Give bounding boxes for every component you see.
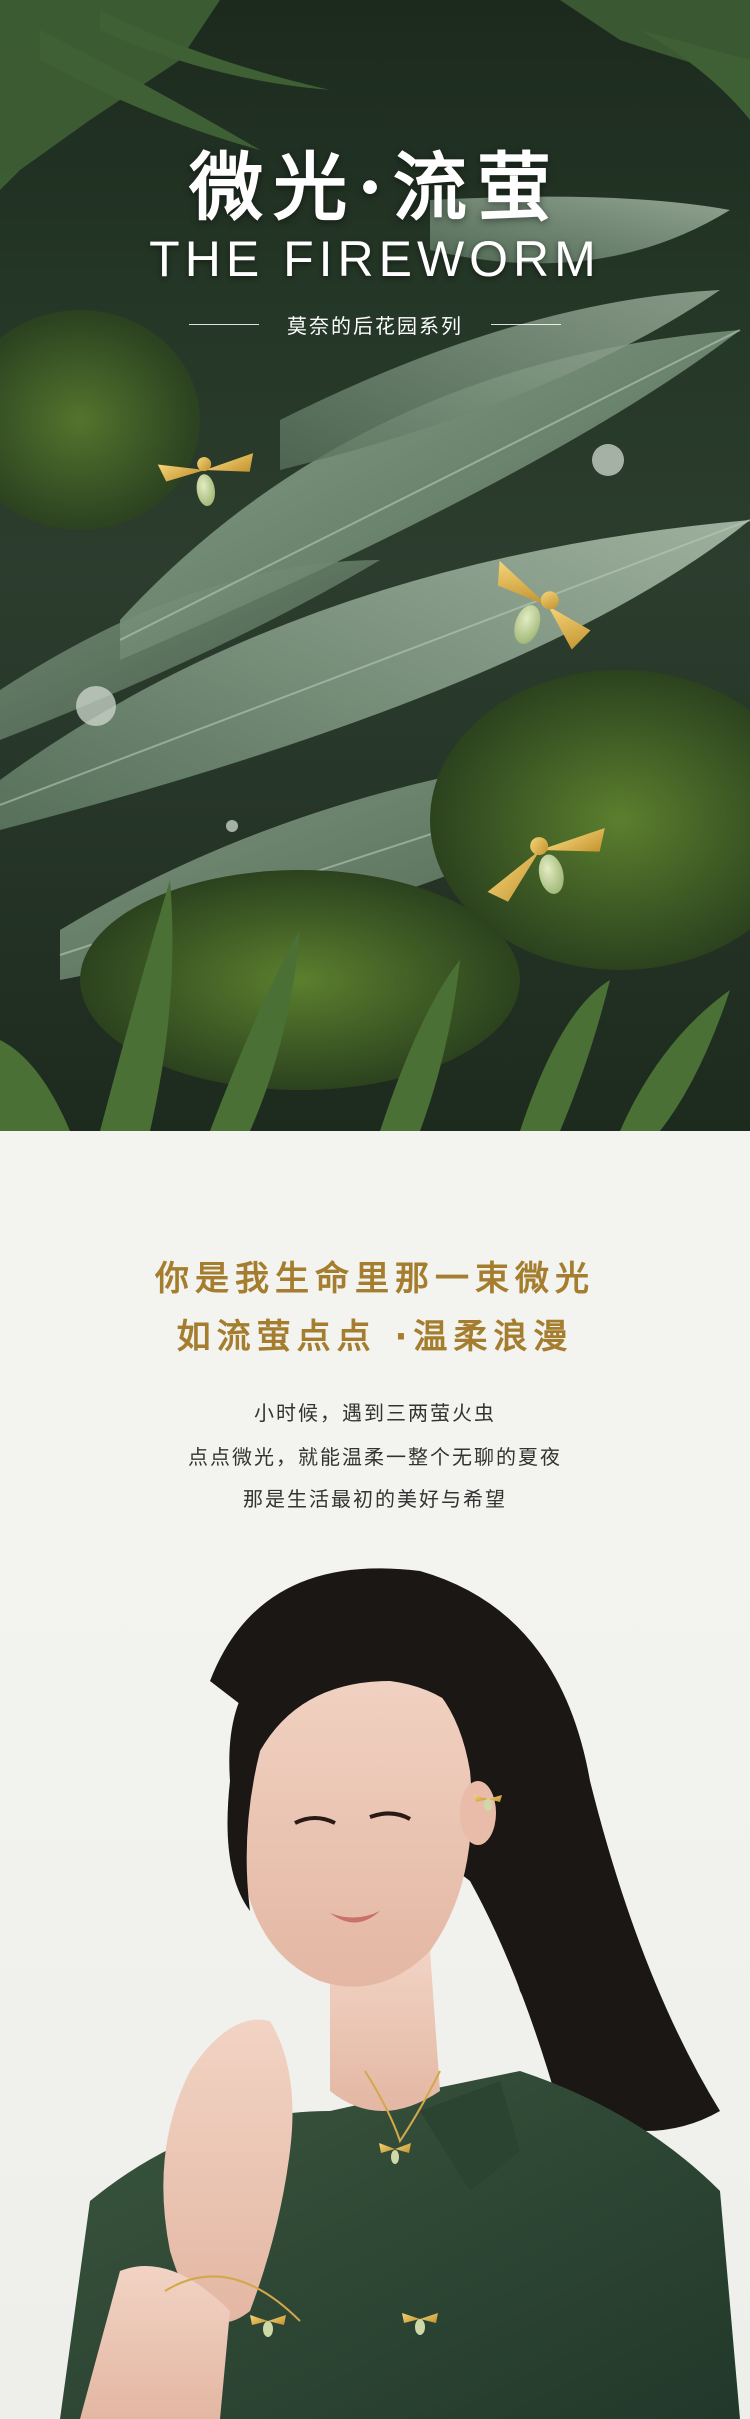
divider-line: [189, 324, 259, 325]
series-tagline: 莫奈的后花园系列: [287, 314, 463, 338]
hero-title: 微光·流萤: [189, 145, 561, 231]
headline-line-1: 你是我生命里那一束微光: [155, 1259, 595, 1299]
body-text-line: 点点微光，就能温柔一整个无聊的夏夜: [188, 1445, 562, 1469]
body-text-line: 那是生活最初的美好与希望: [243, 1487, 507, 1511]
model-portrait: [0, 1551, 750, 2419]
divider-line: [491, 324, 561, 325]
product-detail-page: 微光·流萤 THE FIREWORM 莫奈的后花园系列 你是我生命里那一束微光 …: [0, 0, 750, 2419]
hero-tagline-row: 莫奈的后花园系列: [0, 310, 750, 339]
hero-banner: 微光·流萤 THE FIREWORM 莫奈的后花园系列: [0, 0, 750, 1131]
hero-subtitle: THE FIREWORM: [149, 231, 601, 287]
body-text-line: 小时候，遇到三两萤火虫: [254, 1401, 496, 1425]
story-section: 你是我生命里那一束微光 如流萤点点 ·温柔浪漫 小时候，遇到三两萤火虫 点点微光…: [0, 1131, 750, 1551]
headline-line-2: 如流萤点点 ·温柔浪漫: [176, 1317, 574, 1357]
model-photo: [60, 1568, 740, 2419]
